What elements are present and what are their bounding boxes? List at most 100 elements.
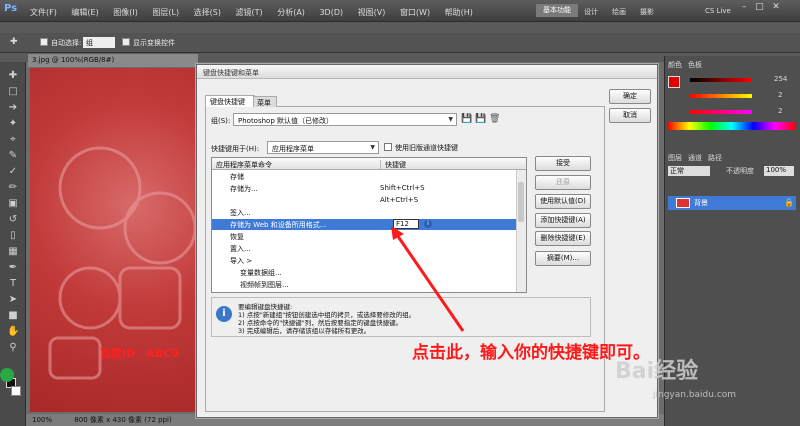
gradient-tool-icon[interactable]: ▦ (7, 246, 19, 258)
main-menu: 文件(F) 编辑(E) 图像(I) 图层(L) 选择(S) 滤镜(T) 分析(A… (30, 7, 485, 18)
color-ramp[interactable] (668, 122, 796, 130)
shape-tool-icon[interactable]: ■ (7, 310, 19, 322)
keyboard-shortcuts-dialog: 键盘快捷键和菜单 键盘快捷键 菜单 组(S): Photoshop 默认值（已修… (196, 64, 658, 418)
menu-image[interactable]: 图像(I) (113, 7, 138, 18)
history-brush-icon[interactable]: ↺ (7, 214, 19, 226)
column-command[interactable]: 应用程序菜单命令 (216, 160, 272, 170)
table-row[interactable]: 签入... (212, 207, 516, 218)
cancel-button[interactable]: 取消 (609, 108, 651, 123)
hand-tool-icon[interactable]: ✋ (7, 326, 19, 338)
zoom-level[interactable]: 100% (32, 416, 52, 424)
green-slider[interactable] (690, 94, 752, 98)
ok-button[interactable]: 确定 (609, 89, 651, 104)
menu-window[interactable]: 窗口(W) (400, 7, 430, 18)
move-tool-icon[interactable]: ✚ (10, 37, 18, 47)
table-row[interactable]: 存储为 Web 和设备所用格式... F12 i (212, 219, 516, 230)
layer-name[interactable]: 背景 (694, 199, 708, 207)
zoom-tool-icon[interactable]: ⚲ (7, 342, 19, 354)
auto-select-checkbox[interactable] (40, 38, 48, 46)
scrollbar-thumb[interactable] (518, 182, 524, 222)
workspace-painting-button[interactable]: 绘画 (612, 7, 626, 17)
lasso-tool-icon[interactable]: ➔ (7, 102, 19, 114)
red-slider[interactable] (690, 78, 752, 82)
set-dropdown[interactable]: Photoshop 默认值（已修改） ▼ (233, 113, 457, 126)
crop-tool-icon[interactable]: ⌖ (7, 134, 19, 146)
move-tool-icon[interactable]: ✚ (7, 70, 19, 82)
color-swatch[interactable] (668, 76, 680, 88)
menu-analysis[interactable]: 分析(A) (277, 7, 305, 18)
delete-shortcut-button[interactable]: 删除快捷键(E) (535, 231, 591, 246)
background-color-swatch[interactable] (11, 386, 21, 396)
tab-keyboard-shortcuts[interactable]: 键盘快捷键 (205, 95, 255, 107)
pen-tool-icon[interactable]: ✒ (7, 262, 19, 274)
save-as-set-icon[interactable]: 💾 (475, 114, 486, 124)
path-select-tool-icon[interactable]: ➤ (7, 294, 19, 306)
cs-live-button[interactable]: CS Live (705, 7, 731, 15)
green-badge (0, 368, 14, 382)
blend-mode-dropdown[interactable]: 正常 (668, 166, 710, 176)
type-tool-icon[interactable]: T (7, 278, 19, 290)
blue-value[interactable]: 2 (778, 107, 782, 115)
channels-panel-tab[interactable]: 通道 (688, 153, 702, 163)
green-value[interactable]: 2 (778, 91, 782, 99)
close-icon[interactable]: ✕ (772, 2, 780, 12)
shortcut-input[interactable]: F12 (393, 219, 419, 229)
command-cell: 恢复 (230, 233, 244, 241)
table-row[interactable]: 视频帧到图层... (212, 279, 516, 290)
menu-view[interactable]: 视图(V) (358, 7, 386, 18)
marquee-tool-icon[interactable]: □ (7, 86, 19, 98)
menu-select[interactable]: 选择(S) (194, 7, 221, 18)
window-controls[interactable]: – □ ✕ (742, 2, 798, 16)
shortcuts-for-dropdown[interactable]: 应用程序菜单 ▼ (267, 141, 379, 154)
minimize-icon[interactable]: – (742, 2, 747, 12)
menu-3d[interactable]: 3D(D) (319, 8, 343, 17)
workspace-design-button[interactable]: 设计 (584, 7, 598, 17)
auto-select-dropdown[interactable]: 组 (83, 37, 115, 48)
swatches-panel-tab[interactable]: 色板 (688, 60, 702, 70)
healing-tool-icon[interactable]: ✓ (7, 166, 19, 178)
opacity-field[interactable]: 100% (764, 166, 794, 176)
layers-panel-tab[interactable]: 图层 (668, 153, 682, 163)
summarize-button[interactable]: 摘要(M)... (535, 251, 591, 266)
undo-button[interactable]: 还原 (535, 175, 591, 190)
use-default-button[interactable]: 使用默认值(D) (535, 194, 591, 209)
brush-tool-icon[interactable]: ✏ (7, 182, 19, 194)
menu-help[interactable]: 帮助(H) (445, 7, 473, 18)
menu-filter[interactable]: 滤镜(T) (236, 7, 263, 18)
stamp-tool-icon[interactable]: ▣ (7, 198, 19, 210)
show-transform-checkbox[interactable] (122, 38, 130, 46)
legacy-channel-checkbox[interactable] (384, 143, 392, 151)
eraser-tool-icon[interactable]: ▯ (7, 230, 19, 242)
table-row[interactable]: 恢复 (212, 231, 516, 242)
accept-button[interactable]: 接受 (535, 156, 591, 171)
table-row[interactable]: Alt+Ctrl+S (212, 195, 516, 206)
shortcut-cell[interactable]: Shift+Ctrl+S (380, 184, 425, 192)
red-value[interactable]: 254 (774, 75, 787, 83)
add-shortcut-button[interactable]: 添加快捷键(A) (535, 213, 591, 228)
document-tab[interactable]: 3.jpg @ 100%(RGB/8#) (28, 54, 198, 67)
shortcuts-table[interactable]: 应用程序菜单命令 快捷键 存储 存储为... Shift+Ctrl+S Alt+Ctr… (211, 157, 527, 293)
shortcut-cell[interactable]: Alt+Ctrl+S (380, 196, 418, 204)
table-row[interactable]: 置入... (212, 243, 516, 254)
table-row[interactable]: 导入 > (212, 255, 516, 266)
save-set-icon[interactable]: 💾 (461, 114, 472, 124)
table-row[interactable]: 变量数据组... (212, 267, 516, 278)
paths-panel-tab[interactable]: 路径 (708, 153, 722, 163)
baidu-watermark: Bai经验 (615, 359, 699, 384)
menu-file[interactable]: 文件(F) (30, 7, 57, 18)
blue-slider[interactable] (690, 110, 752, 114)
tab-menus[interactable]: 菜单 (253, 96, 277, 107)
table-row[interactable]: 存储 (212, 171, 516, 182)
eyedropper-tool-icon[interactable]: ✎ (7, 150, 19, 162)
menu-layer[interactable]: 图层(L) (152, 7, 179, 18)
layer-thumbnail (676, 198, 690, 208)
workspace-photography-button[interactable]: 摄影 (640, 7, 654, 17)
color-panel-tab[interactable]: 颜色 (668, 60, 682, 70)
delete-set-icon[interactable]: 🗑 (489, 114, 500, 124)
maximize-icon[interactable]: □ (755, 2, 764, 12)
workspace-essentials-button[interactable]: 基本功能 (536, 4, 578, 17)
menu-edit[interactable]: 编辑(E) (71, 7, 98, 18)
quick-select-tool-icon[interactable]: ✦ (7, 118, 19, 130)
column-shortcut[interactable]: 快捷键 (380, 160, 406, 170)
table-row[interactable]: 存储为... Shift+Ctrl+S (212, 183, 516, 194)
